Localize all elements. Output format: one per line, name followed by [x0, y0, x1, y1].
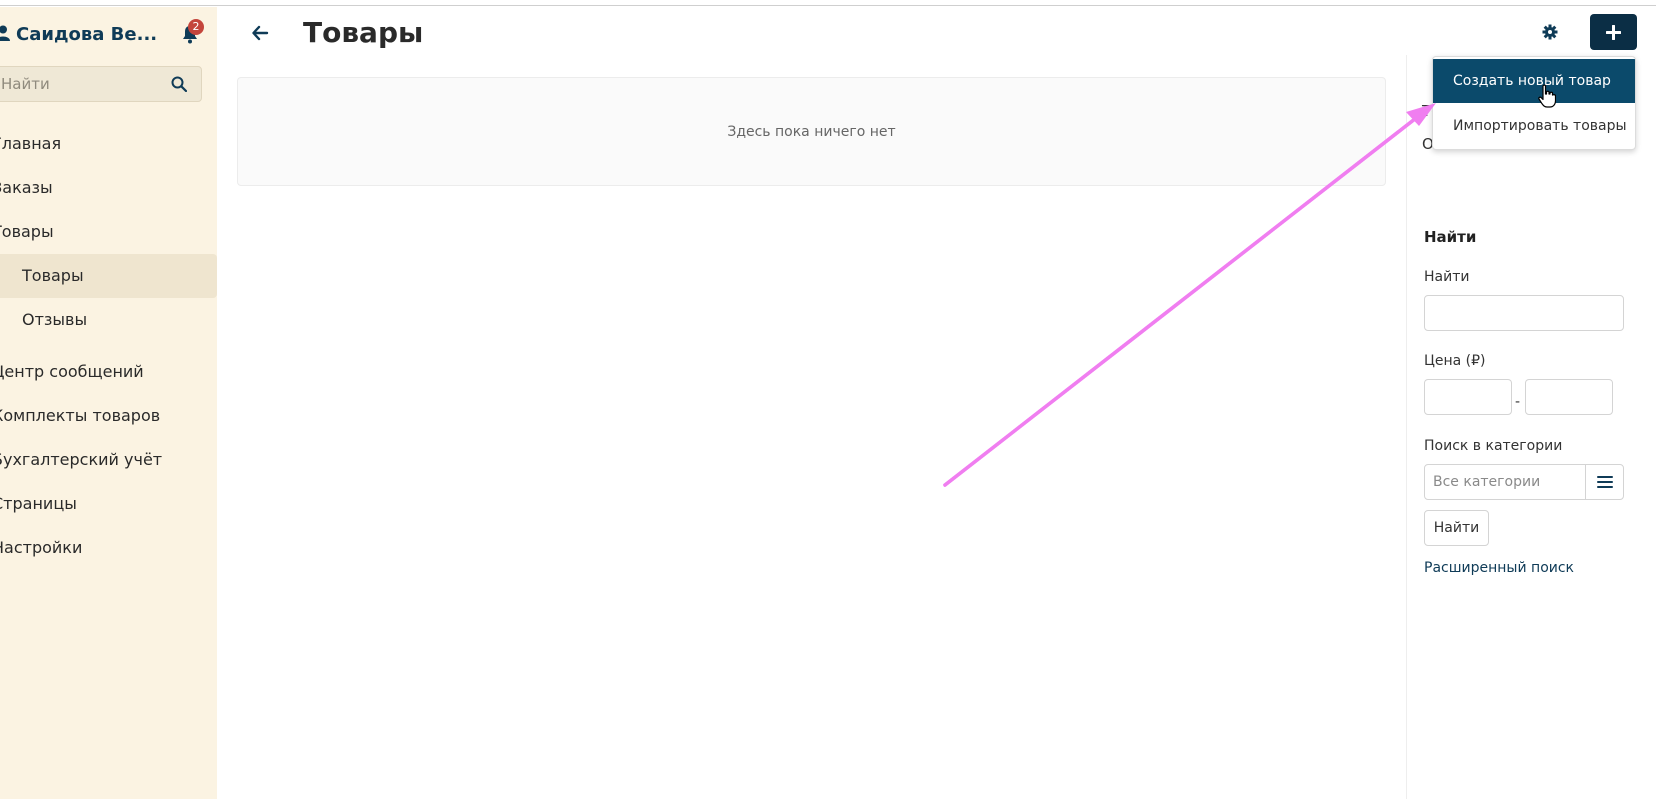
price-max-input[interactable]: [1525, 379, 1613, 415]
search-label: Найти: [1424, 269, 1470, 285]
page-title: Товары: [303, 16, 424, 49]
category-list-button[interactable]: [1585, 465, 1623, 499]
sidebar-search: [0, 66, 202, 102]
sidebar-item-product-bundles[interactable]: Комплекты товаров: [0, 394, 217, 438]
sidebar-item-home[interactable]: Главная: [0, 122, 217, 166]
filter-heading: Найти: [1424, 228, 1477, 246]
search-icon[interactable]: [171, 76, 187, 92]
sidebar-item-products[interactable]: Товары: [0, 210, 217, 254]
hand-cursor-icon: [1538, 84, 1556, 108]
category-input[interactable]: [1425, 465, 1587, 499]
user-menu[interactable]: Саидова Ве... 2: [0, 15, 217, 55]
plus-icon: [1606, 25, 1621, 40]
sidebar-item-accounting[interactable]: Бухгалтерский учёт: [0, 438, 217, 482]
menu-item-import-products[interactable]: Импортировать товары: [1433, 104, 1635, 148]
sidebar-subitem-reviews[interactable]: Отзывы: [0, 298, 217, 342]
list-icon: [1597, 476, 1613, 488]
category-label: Поиск в категории: [1424, 438, 1563, 454]
sidebar-item-orders[interactable]: Заказы: [0, 166, 217, 210]
sidebar-search-input[interactable]: [0, 67, 165, 101]
sidebar-nav: Главная Заказы Товары Товары Отзывы Цент…: [0, 122, 217, 570]
filter-search-input[interactable]: [1424, 295, 1624, 331]
user-name: Саидова Ве...: [16, 24, 158, 45]
price-separator: -: [1515, 394, 1521, 410]
browser-top-edge: [0, 0, 1656, 6]
user-icon: [0, 25, 10, 41]
gear-icon[interactable]: [1542, 24, 1558, 40]
category-selector: [1424, 464, 1624, 500]
add-dropdown-menu: Создать новый товар Импортировать товары: [1432, 56, 1636, 150]
sidebar-item-settings[interactable]: Настройки: [0, 526, 217, 570]
price-min-input[interactable]: [1424, 379, 1512, 415]
add-button[interactable]: [1590, 14, 1637, 50]
sidebar-item-message-center[interactable]: Центр сообщений: [0, 350, 217, 394]
advanced-search-link[interactable]: Расширенный поиск: [1424, 560, 1574, 576]
sidebar: Саидова Ве... 2 Главная Заказы Товары То…: [0, 7, 217, 799]
sidebar-subitem-products[interactable]: Товары: [0, 254, 217, 298]
price-label: Цена (₽): [1424, 353, 1486, 369]
back-arrow-icon[interactable]: [251, 24, 269, 42]
find-button[interactable]: Найти: [1424, 510, 1489, 546]
filter-panel: То О Найти Найти Цена (₽) - Поиск в кате…: [1406, 55, 1656, 799]
empty-state-message: Здесь пока ничего нет: [727, 124, 896, 140]
menu-item-create-product[interactable]: Создать новый товар: [1433, 59, 1635, 103]
notification-badge: 2: [188, 19, 204, 35]
sidebar-item-pages[interactable]: Страницы: [0, 482, 217, 526]
empty-state-panel: Здесь пока ничего нет: [237, 77, 1386, 186]
